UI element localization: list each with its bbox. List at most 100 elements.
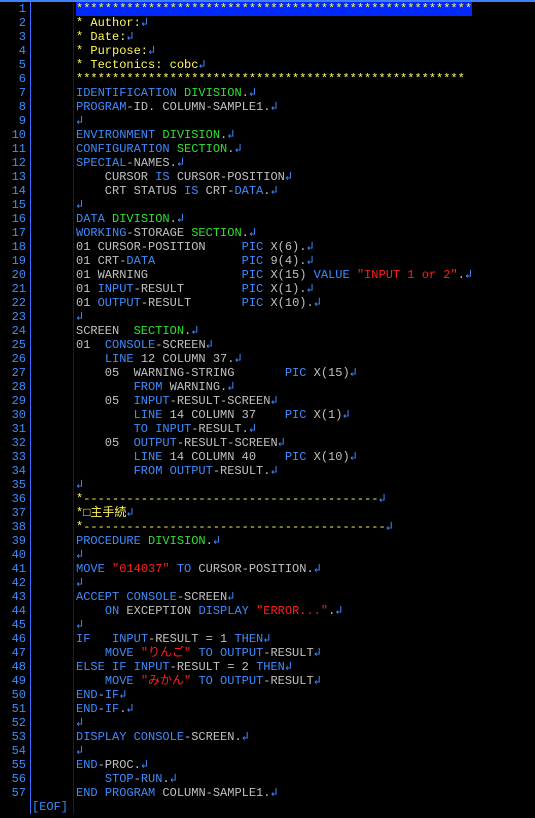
line-number: 31: [0, 422, 26, 436]
code-line[interactable]: ↲: [76, 548, 472, 562]
code-line[interactable]: WORKING-STORAGE SECTION.↲: [76, 226, 472, 240]
line-number: 38: [0, 520, 26, 534]
code-line[interactable]: IDENTIFICATION DIVISION.↲: [76, 86, 472, 100]
code-line[interactable]: CRT STATUS IS CRT-DATA.↲: [76, 184, 472, 198]
line-number: 5: [0, 58, 26, 72]
line-number: 45: [0, 618, 26, 632]
code-line[interactable]: ****************************************…: [76, 72, 472, 86]
line-number: 2: [0, 16, 26, 30]
line-number: 51: [0, 702, 26, 716]
line-number: 14: [0, 184, 26, 198]
code-line[interactable]: ↲: [76, 716, 472, 730]
line-number: 40: [0, 548, 26, 562]
code-line[interactable]: * Date:↲: [76, 30, 472, 44]
code-area[interactable]: ****************************************…: [74, 2, 472, 814]
code-line[interactable]: END-PROC.↲: [76, 758, 472, 772]
code-line[interactable]: 01 INPUT-RESULT PIC X(1).↲: [76, 282, 472, 296]
code-editor[interactable]: 1234567891011121314151617181920212223242…: [0, 0, 535, 814]
code-line[interactable]: ↲: [76, 478, 472, 492]
code-line[interactable]: ****************************************…: [76, 2, 472, 16]
code-line[interactable]: 01 CONSOLE-SCREEN↲: [76, 338, 472, 352]
code-line[interactable]: ↲: [76, 618, 472, 632]
line-number: 24: [0, 324, 26, 338]
line-number: 35: [0, 478, 26, 492]
code-line[interactable]: LINE 12 COLUMN 37.↲: [76, 352, 472, 366]
line-number: 49: [0, 674, 26, 688]
code-line[interactable]: * Purpose:↲: [76, 44, 472, 58]
line-number: 15: [0, 198, 26, 212]
code-line[interactable]: DISPLAY CONSOLE-SCREEN.↲: [76, 730, 472, 744]
line-number: 17: [0, 226, 26, 240]
code-line[interactable]: SPECIAL-NAMES.↲: [76, 156, 472, 170]
code-line[interactable]: 05 OUTPUT-RESULT-SCREEN↲: [76, 436, 472, 450]
line-number: 57: [0, 786, 26, 800]
code-line[interactable]: * Author:↲: [76, 16, 472, 30]
code-line[interactable]: *---------------------------------------…: [76, 492, 472, 506]
code-line[interactable]: SCREEN SECTION.↲: [76, 324, 472, 338]
code-line[interactable]: 05 WARNING-STRING PIC X(15)↲: [76, 366, 472, 380]
code-line[interactable]: ELSE IF INPUT-RESULT = 2 THEN↲: [76, 660, 472, 674]
line-number: 56: [0, 772, 26, 786]
code-line[interactable]: LINE 14 COLUMN 37 PIC X(1)↲: [76, 408, 472, 422]
line-number: 9: [0, 114, 26, 128]
code-line[interactable]: 05 INPUT-RESULT-SCREEN↲: [76, 394, 472, 408]
line-number: 8: [0, 100, 26, 114]
code-line[interactable]: 01 CURSOR-POSITION PIC X(6).↲: [76, 240, 472, 254]
code-line[interactable]: MOVE "みかん" TO OUTPUT-RESULT↲: [76, 674, 472, 688]
line-number: 16: [0, 212, 26, 226]
code-line[interactable]: PROGRAM-ID. COLUMN-SAMPLE1.↲: [76, 100, 472, 114]
code-line[interactable]: ↲: [76, 198, 472, 212]
line-number: 12: [0, 156, 26, 170]
code-line[interactable]: FROM WARNING.↲: [76, 380, 472, 394]
line-number: 21: [0, 282, 26, 296]
code-line[interactable]: CURSOR IS CURSOR-POSITION↲: [76, 170, 472, 184]
code-line[interactable]: LINE 14 COLUMN 40 PIC X(10)↲: [76, 450, 472, 464]
line-number: 44: [0, 604, 26, 618]
line-number: 1: [0, 2, 26, 16]
code-line[interactable]: ACCEPT CONSOLE-SCREEN↲: [76, 590, 472, 604]
code-line[interactable]: 01 WARNING PIC X(15) VALUE "INPUT 1 or 2…: [76, 268, 472, 282]
line-number: 19: [0, 254, 26, 268]
line-number: 32: [0, 436, 26, 450]
code-line[interactable]: IF INPUT-RESULT = 1 THEN↲: [76, 632, 472, 646]
code-line[interactable]: * Tectonics: cobc↲: [76, 58, 472, 72]
code-line[interactable]: *---------------------------------------…: [76, 520, 472, 534]
code-line[interactable]: 01 OUTPUT-RESULT PIC X(10).↲: [76, 296, 472, 310]
code-line[interactable]: CONFIGURATION SECTION.↲: [76, 142, 472, 156]
line-number: 23: [0, 310, 26, 324]
code-line[interactable]: ENVIRONMENT DIVISION.↲: [76, 128, 472, 142]
code-line[interactable]: PROCEDURE DIVISION.↲: [76, 534, 472, 548]
code-line[interactable]: END-IF.↲: [76, 702, 472, 716]
code-line[interactable]: *□主手続↲: [76, 506, 472, 520]
code-line[interactable]: END PROGRAM COLUMN-SAMPLE1.↲: [76, 786, 472, 800]
code-line[interactable]: FROM OUTPUT-RESULT.↲: [76, 464, 472, 478]
code-line[interactable]: MOVE "014037" TO CURSOR-POSITION.↲: [76, 562, 472, 576]
line-number: 13: [0, 170, 26, 184]
code-line[interactable]: DATA DIVISION.↲: [76, 212, 472, 226]
line-number: 47: [0, 646, 26, 660]
line-number: 3: [0, 30, 26, 44]
line-number: 43: [0, 590, 26, 604]
code-line[interactable]: MOVE "りんご" TO OUTPUT-RESULT↲: [76, 646, 472, 660]
line-number: 42: [0, 576, 26, 590]
code-line[interactable]: 01 CRT-DATA PIC 9(4).↲: [76, 254, 472, 268]
code-line[interactable]: ↲: [76, 310, 472, 324]
line-number: 48: [0, 660, 26, 674]
line-number: 50: [0, 688, 26, 702]
line-number: 20: [0, 268, 26, 282]
code-line[interactable]: STOP-RUN.↲: [76, 772, 472, 786]
code-line[interactable]: END-IF↲: [76, 688, 472, 702]
line-number: 6: [0, 72, 26, 86]
line-number: 27: [0, 366, 26, 380]
code-line[interactable]: ON EXCEPTION DISPLAY "ERROR...".↲: [76, 604, 472, 618]
code-line[interactable]: TO INPUT-RESULT.↲: [76, 422, 472, 436]
code-line[interactable]: ↲: [76, 744, 472, 758]
line-number: 10: [0, 128, 26, 142]
line-number: 4: [0, 44, 26, 58]
line-number: 26: [0, 352, 26, 366]
line-number: 22: [0, 296, 26, 310]
code-line[interactable]: ↲: [76, 114, 472, 128]
line-number: 39: [0, 534, 26, 548]
line-number: 34: [0, 464, 26, 478]
code-line[interactable]: ↲: [76, 576, 472, 590]
